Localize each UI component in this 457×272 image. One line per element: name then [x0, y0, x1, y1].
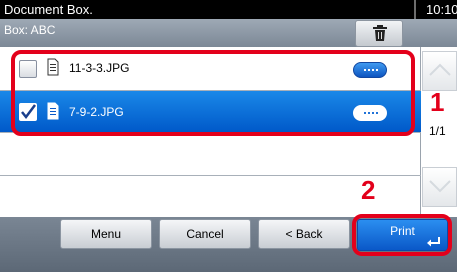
file-checkbox[interactable] [19, 60, 37, 78]
file-name: 11-3-3.JPG [69, 61, 130, 75]
empty-row [0, 133, 421, 176]
file-details-button[interactable] [353, 62, 387, 78]
page-indicator: 1/1 [429, 124, 446, 138]
enter-icon [427, 237, 440, 247]
file-row[interactable]: 11-3-3.JPG [0, 47, 421, 91]
window-title: Document Box. [4, 2, 93, 17]
box-name-label: Box: ABC [4, 23, 56, 37]
step-callout-2: 2 [361, 175, 376, 205]
more-options-icon [364, 69, 378, 71]
chevron-up-icon [429, 63, 451, 76]
file-details-button[interactable] [353, 105, 387, 121]
print-button-label: Print [390, 224, 415, 238]
file-name: 7-9-2.JPG [69, 105, 124, 119]
print-button[interactable]: Print [357, 219, 448, 251]
file-row-selected[interactable]: 7-9-2.JPG [0, 91, 421, 133]
empty-row [0, 176, 421, 217]
trash-icon [373, 25, 387, 41]
more-options-icon [364, 112, 378, 114]
file-checkbox-checked[interactable] [19, 103, 37, 121]
checkmark-icon [21, 104, 36, 120]
scroll-up-button[interactable] [422, 51, 457, 91]
back-button[interactable]: < Back [258, 219, 350, 249]
clock-time: 10:10 [426, 2, 457, 17]
scroll-down-button[interactable] [422, 167, 457, 207]
delete-button[interactable] [355, 20, 403, 47]
step-callout-1: 1 [430, 87, 445, 117]
file-list: 11-3-3.JPG 7-9-2.JPG [0, 47, 421, 217]
menu-button[interactable]: Menu [60, 219, 152, 249]
document-icon [47, 102, 59, 120]
document-icon [47, 58, 59, 76]
chevron-down-icon [429, 180, 451, 193]
title-divider [414, 0, 416, 19]
title-bar: Document Box. 10:10 [0, 0, 457, 19]
cancel-button[interactable]: Cancel [159, 219, 251, 249]
